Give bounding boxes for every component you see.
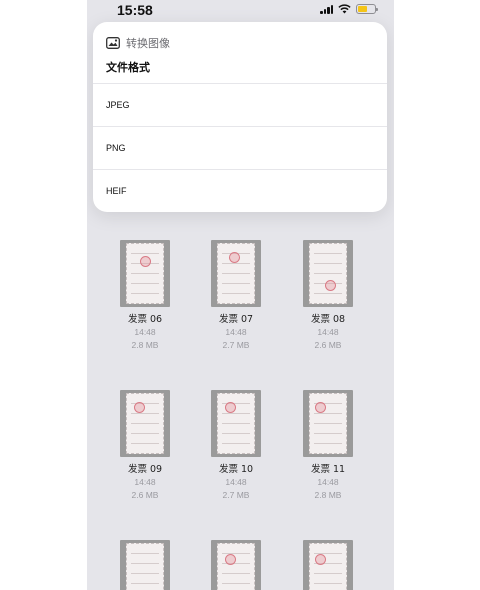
format-option-jpeg[interactable]: JPEG (93, 83, 387, 125)
file-item[interactable]: 发票 11 14:48 2.8 MB (288, 390, 368, 502)
file-size: 2.8 MB (131, 340, 159, 350)
status-icons (320, 4, 378, 14)
file-name: 发票 08 (310, 314, 346, 325)
invoice-thumbnail (211, 540, 261, 590)
file-name: 发票 11 (310, 464, 346, 475)
file-size: 2.7 MB (222, 340, 250, 350)
file-name: 发票 06 (127, 314, 163, 325)
wifi-icon (338, 4, 351, 14)
invoice-thumbnail (211, 390, 261, 457)
format-option-heif[interactable]: HEIF (93, 169, 387, 211)
file-format-label: 文件格式 (106, 61, 150, 74)
status-time: 15:58 (117, 2, 153, 18)
phone-screen: 15:58 转换图像 文件格式 JPEG PNG HEIF 发票 06 14:4… (87, 0, 394, 590)
file-time: 14:48 (134, 477, 156, 487)
invoice-thumbnail (120, 540, 170, 590)
format-option-png[interactable]: PNG (93, 126, 387, 168)
menu-title: 转换图像 (126, 37, 170, 50)
file-name: 发票 07 (218, 314, 254, 325)
file-size: 2.6 MB (131, 490, 159, 500)
file-item[interactable]: 发票 10 14:48 2.7 MB (196, 390, 276, 502)
signal-icon (320, 4, 333, 14)
invoice-thumbnail (303, 240, 353, 307)
file-item[interactable]: 发票 08 14:48 2.6 MB (288, 240, 368, 352)
file-size: 2.7 MB (222, 490, 250, 500)
battery-icon (356, 4, 378, 14)
invoice-thumbnail (303, 390, 353, 457)
invoice-thumbnail (120, 240, 170, 307)
file-time: 14:48 (134, 327, 156, 337)
file-name: 发票 10 (218, 464, 254, 475)
file-item[interactable] (196, 540, 276, 590)
file-size: 2.6 MB (314, 340, 342, 350)
file-item[interactable]: 发票 09 14:48 2.6 MB (105, 390, 185, 502)
file-item[interactable]: 发票 06 14:48 2.8 MB (105, 240, 185, 352)
file-name: 发票 09 (127, 464, 163, 475)
invoice-thumbnail (211, 240, 261, 307)
invoice-thumbnail (303, 540, 353, 590)
invoice-thumbnail (120, 390, 170, 457)
convert-image-menu: 转换图像 文件格式 JPEG PNG HEIF (93, 22, 387, 212)
menu-header: 转换图像 (106, 35, 170, 51)
file-time: 14:48 (317, 327, 339, 337)
file-time: 14:48 (225, 477, 247, 487)
file-size: 2.8 MB (314, 490, 342, 500)
file-time: 14:48 (317, 477, 339, 487)
file-time: 14:48 (225, 327, 247, 337)
file-item[interactable]: 发票 07 14:48 2.7 MB (196, 240, 276, 352)
file-item[interactable] (105, 540, 185, 590)
file-item[interactable] (288, 540, 368, 590)
image-convert-icon (106, 37, 120, 49)
